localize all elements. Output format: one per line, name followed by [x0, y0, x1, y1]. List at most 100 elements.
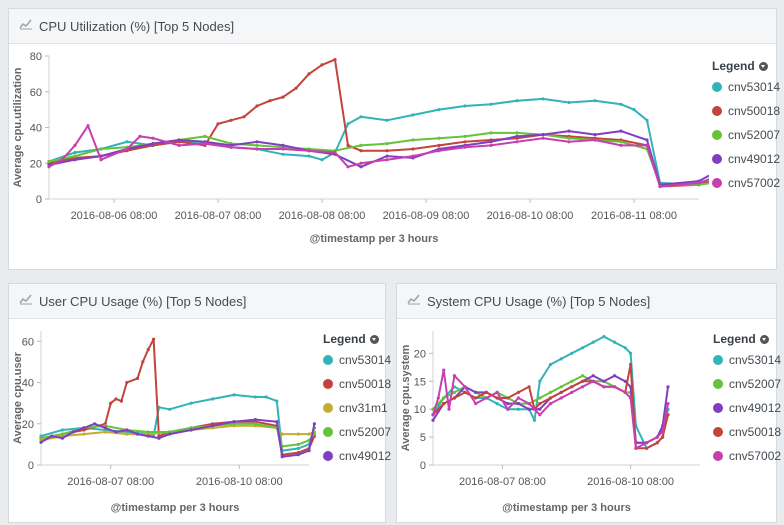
data-point-cnv53014[interactable] [559, 357, 563, 361]
data-point-cnv49012[interactable] [73, 158, 77, 162]
data-point-cnv52007[interactable] [559, 385, 563, 389]
data-point-cnv52007[interactable] [60, 432, 64, 436]
data-point-cnv49012[interactable] [146, 434, 150, 438]
series-line-cnv50018[interactable] [40, 338, 316, 456]
data-point-cnv50018[interactable] [346, 143, 350, 147]
series-line-cnv53014[interactable] [40, 393, 316, 452]
data-point-cnv49012[interactable] [50, 434, 54, 438]
data-point-cnv53014[interactable] [567, 100, 571, 105]
data-point-cnv50018[interactable] [452, 396, 456, 400]
data-point-cnv57002[interactable] [634, 446, 638, 450]
data-point-cnv50018[interactable] [559, 390, 563, 394]
data-point-cnv49012[interactable] [474, 390, 478, 394]
data-point-cnv53014[interactable] [532, 418, 537, 422]
legend-item-cnv49012[interactable]: cnv49012 [713, 396, 781, 420]
data-point-cnv53014[interactable] [125, 140, 129, 144]
data-point-cnv57002[interactable] [658, 184, 662, 189]
data-point-cnv50018[interactable] [333, 58, 337, 62]
data-point-cnv50018[interactable] [242, 115, 246, 119]
data-point-cnv50018[interactable] [146, 348, 150, 352]
data-point-cnv50018[interactable] [661, 435, 665, 439]
data-point-cnv57002[interactable] [559, 396, 563, 400]
data-point-cnv57002[interactable] [515, 140, 519, 144]
data-point-cnv52007[interactable] [619, 140, 623, 144]
data-point-cnv53014[interactable] [73, 150, 77, 155]
data-point-cnv53014[interactable] [548, 362, 553, 367]
data-point-cnv49012[interactable] [210, 424, 215, 428]
data-point-cnv49012[interactable] [189, 428, 193, 432]
data-point-cnv52007[interactable] [515, 131, 519, 135]
data-point-cnv50018[interactable] [119, 399, 123, 403]
data-point-cnv49012[interactable] [280, 455, 284, 459]
data-point-cnv50018[interactable] [255, 104, 259, 108]
legend-toggle[interactable]: Legend [323, 332, 391, 346]
data-point-cnv53014[interactable] [538, 379, 542, 383]
data-point-cnv53014[interactable] [296, 446, 300, 451]
data-point-cnv49012[interactable] [296, 453, 300, 457]
data-point-cnv52007[interactable] [255, 143, 259, 147]
data-point-cnv53014[interactable] [359, 115, 363, 119]
legend-item-cnv53014[interactable]: cnv53014 [323, 348, 391, 372]
data-point-cnv52007[interactable] [73, 154, 77, 158]
data-point-cnv57002[interactable] [655, 435, 659, 439]
data-point-cnv49012[interactable] [281, 143, 285, 147]
series-line-cnv57002[interactable] [48, 124, 709, 188]
data-point-cnv52007[interactable] [203, 134, 207, 138]
legend-toggle[interactable]: Legend [712, 59, 780, 73]
data-point-cnv52007[interactable] [359, 143, 363, 147]
data-point-cnv53014[interactable] [593, 99, 597, 103]
data-point-cnv52007[interactable] [567, 136, 571, 140]
data-point-cnv49012[interactable] [253, 418, 257, 422]
data-point-cnv57002[interactable] [645, 441, 649, 445]
legend-item-cnv52007[interactable]: cnv52007 [712, 123, 780, 147]
data-point-cnv49012[interactable] [527, 407, 531, 411]
chevron-down-icon[interactable] [758, 61, 768, 71]
data-point-cnv57002[interactable] [548, 402, 553, 406]
data-point-cnv31m1[interactable] [280, 432, 284, 436]
data-point-cnv53014[interactable] [189, 401, 193, 405]
legend-toggle[interactable]: Legend [713, 332, 781, 346]
data-point-cnv52007[interactable] [538, 396, 542, 400]
data-point-cnv52007[interactable] [452, 390, 456, 394]
data-point-cnv57002[interactable] [623, 390, 627, 394]
data-point-cnv31m1[interactable] [296, 432, 300, 436]
data-point-cnv57002[interactable] [47, 165, 51, 169]
data-point-cnv49012[interactable] [516, 402, 520, 406]
data-point-cnv57002[interactable] [666, 402, 670, 406]
chevron-down-icon[interactable] [369, 334, 379, 344]
data-point-cnv53014[interactable] [516, 407, 520, 411]
data-point-cnv53014[interactable] [437, 108, 441, 112]
data-point-cnv57002[interactable] [506, 407, 510, 411]
data-point-cnv49012[interactable] [506, 402, 510, 406]
data-point-cnv53014[interactable] [570, 351, 574, 355]
data-point-cnv31m1[interactable] [125, 432, 129, 436]
data-point-cnv49012[interactable] [602, 379, 606, 383]
legend-item-cnv52007[interactable]: cnv52007 [713, 372, 781, 396]
data-point-cnv49012[interactable] [645, 138, 649, 142]
data-point-cnv57002[interactable] [73, 143, 77, 147]
data-point-cnv49012[interactable] [385, 154, 389, 158]
data-point-cnv49012[interactable] [312, 422, 316, 426]
data-point-cnv57002[interactable] [580, 385, 585, 389]
data-point-cnv57002[interactable] [437, 149, 441, 153]
data-point-cnv53014[interactable] [489, 102, 493, 106]
data-point-cnv57002[interactable] [591, 379, 595, 383]
data-point-cnv49012[interactable] [255, 140, 259, 144]
data-point-cnv57002[interactable] [541, 136, 545, 140]
legend-item-cnv50018[interactable]: cnv50018 [712, 99, 780, 123]
data-point-cnv52007[interactable] [39, 436, 43, 440]
data-point-cnv31m1[interactable] [307, 432, 311, 436]
data-point-cnv50018[interactable] [527, 385, 531, 389]
data-point-cnv53014[interactable] [168, 407, 172, 411]
legend-item-cnv57002[interactable]: cnv57002 [713, 444, 781, 468]
data-point-cnv50018[interactable] [135, 376, 140, 380]
data-point-cnv57002[interactable] [463, 145, 467, 149]
legend-item-cnv31m1[interactable]: cnv31m1 [323, 396, 391, 420]
data-point-cnv49012[interactable] [567, 129, 571, 133]
data-point-cnv57002[interactable] [661, 429, 665, 434]
data-point-cnv50018[interactable] [385, 149, 389, 153]
data-point-cnv52007[interactable] [570, 379, 574, 383]
data-point-cnv57002[interactable] [516, 396, 520, 400]
legend-item-cnv49012[interactable]: cnv49012 [323, 444, 391, 468]
data-point-cnv50018[interactable] [125, 380, 129, 385]
